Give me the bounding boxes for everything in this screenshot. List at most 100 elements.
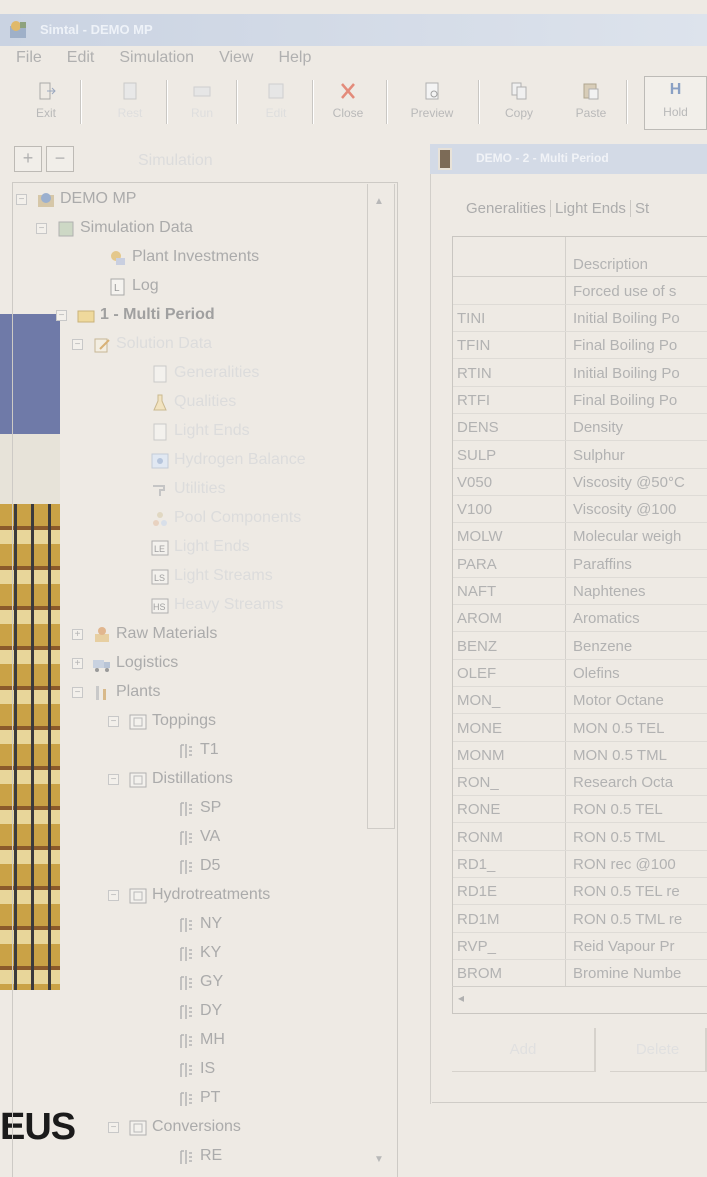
preview-button[interactable]: Preview [402,78,462,128]
table-row[interactable]: OLEF Olefins [453,660,707,687]
tree-node[interactable]: LE Light Ends [150,538,250,556]
tree-node[interactable]: − Toppings [108,712,216,730]
tree-node[interactable]: D5 [176,857,220,875]
collapse-toggle[interactable]: − [56,310,67,321]
tree-node[interactable]: Qualities [150,393,236,411]
tree-node[interactable]: − Plants [72,683,160,701]
tree-node[interactable]: SP [176,799,221,817]
tab-generalities[interactable]: Generalities [462,200,552,217]
table-row[interactable]: V100 Viscosity @100 [453,496,707,524]
tree-scrollbar[interactable]: ▲ ▼ [366,184,396,1177]
table-row[interactable]: MOLW Molecular weigh [453,523,707,551]
tab-light-ends[interactable]: Light Ends [551,200,631,217]
table-row[interactable]: RONE RON 0.5 TEL [453,796,707,824]
tree-node[interactable]: − 1 - Multi Period [56,306,215,324]
menu-view[interactable]: View [203,47,262,73]
tree-node[interactable]: RE [176,1147,222,1165]
tab-st[interactable]: St [631,200,653,217]
menu-simulation[interactable]: Simulation [103,47,203,73]
table-row[interactable]: MONE MON 0.5 TEL [453,715,707,742]
table-row[interactable]: Forced use of s [453,278,707,305]
table-row[interactable]: RVP_ Reid Vapour Pr [453,933,707,960]
table-row[interactable]: RON_ Research Octa [453,769,707,797]
tree-node[interactable]: GY [176,973,223,991]
tree-node[interactable]: VA [176,828,220,846]
tree-node[interactable]: L Log [108,277,159,296]
tree-node[interactable]: PT [176,1089,220,1107]
tree-node[interactable]: Utilities [150,480,226,498]
table-row[interactable]: TFIN Final Boiling Po [453,332,707,360]
collapse-toggle[interactable]: − [16,194,27,205]
collapse-toggle[interactable]: − [108,716,119,727]
tree-node[interactable]: DY [176,1002,222,1020]
run-button[interactable]: Run [184,78,220,128]
exit-button[interactable]: Exit [26,78,66,128]
tree-node[interactable]: − Conversions [108,1118,241,1136]
table-row[interactable]: MONM MON 0.5 TML [453,742,707,769]
table-row[interactable]: RD1M RON 0.5 TML re [453,906,707,933]
tree-node[interactable]: Light Ends [150,422,250,441]
table-row[interactable]: BENZ Benzene [453,633,707,660]
add-button[interactable]: Add [452,1028,596,1072]
expand-toggle[interactable]: + [72,658,83,669]
hold-button[interactable]: H Hold [644,76,707,130]
table-row[interactable]: RD1E RON 0.5 TEL re [453,878,707,906]
menu-edit[interactable]: Edit [51,47,104,73]
scroll-down-arrow[interactable]: ▼ [374,1154,384,1165]
tree-node[interactable]: Pool Components [150,509,301,527]
table-row[interactable]: BROM Bromine Numbe [453,960,707,988]
collapse-toggle[interactable]: − [72,687,83,698]
scroll-up-arrow[interactable]: ▲ [374,196,384,207]
expand-toggle[interactable]: + [72,629,83,640]
tree-node[interactable]: − Hydrotreatments [108,886,270,904]
quality-code: RONE [457,801,501,819]
scroll-left-arrow[interactable]: ◂ [458,991,464,1005]
tree-node[interactable]: Hydrogen Balance [150,451,306,469]
tree-node-label: RE [200,1147,223,1164]
collapse-toggle[interactable]: − [72,339,83,350]
table-row[interactable]: PARA Paraffins [453,551,707,578]
collapse-toggle[interactable]: − [108,890,119,901]
table-row[interactable]: DENS Density [453,414,707,442]
tree-node[interactable]: T1 [176,741,219,759]
table-row[interactable]: AROM Aromatics [453,605,707,633]
table-row[interactable]: RTFI Final Boiling Po [453,387,707,414]
collapse-toggle[interactable]: − [108,774,119,785]
tree-node[interactable]: − DEMO MP [16,190,136,208]
table-row[interactable]: NAFT Naphtenes [453,578,707,605]
table-row[interactable]: MON_ Motor Octane [453,687,707,715]
tree-node[interactable]: Generalities [150,364,259,383]
table-row[interactable]: V050 Viscosity @50°C [453,469,707,496]
reset-button[interactable]: Rest [112,78,148,128]
collapse-all-button[interactable]: − [46,146,74,172]
collapse-toggle[interactable]: − [108,1122,119,1133]
table-row[interactable]: RONM RON 0.5 TML [453,824,707,851]
paste-button[interactable]: Paste [568,78,614,128]
menu-file[interactable]: File [0,47,51,73]
tree-node[interactable]: − Distillations [108,770,233,788]
tree-node[interactable]: NY [176,915,222,933]
tree-node[interactable]: + Raw Materials [72,625,217,643]
table-row[interactable]: RTIN Initial Boiling Po [453,360,707,387]
tree-node[interactable]: KY [176,944,221,962]
tree-node[interactable]: MH [176,1031,225,1049]
table-row[interactable]: TINI Initial Boiling Po [453,305,707,332]
tree-node[interactable]: − Simulation Data [36,219,193,237]
table-row[interactable]: RD1_ RON rec @100 [453,851,707,878]
close-button[interactable]: Close [326,78,370,128]
scrollbar-thumb[interactable] [367,184,395,829]
tree-node[interactable]: HS Heavy Streams [150,596,283,614]
tree-node[interactable]: − Solution Data [72,335,212,353]
tree-node[interactable]: Plant Investments [108,248,259,266]
copy-button[interactable]: Copy [496,78,542,128]
menu-help[interactable]: Help [262,47,320,73]
tree-node[interactable]: LS Light Streams [150,567,273,585]
delete-button[interactable]: Delete [610,1028,707,1072]
collapse-toggle[interactable]: − [36,223,47,234]
grid-hscrollbar[interactable]: ◂ [452,986,707,1014]
save-button[interactable]: Edit [258,78,294,128]
tree-node[interactable]: + Logistics [72,654,178,672]
tree-node[interactable]: IS [176,1060,215,1078]
expand-all-button[interactable]: + [14,146,42,172]
table-row[interactable]: SULP Sulphur [453,442,707,469]
